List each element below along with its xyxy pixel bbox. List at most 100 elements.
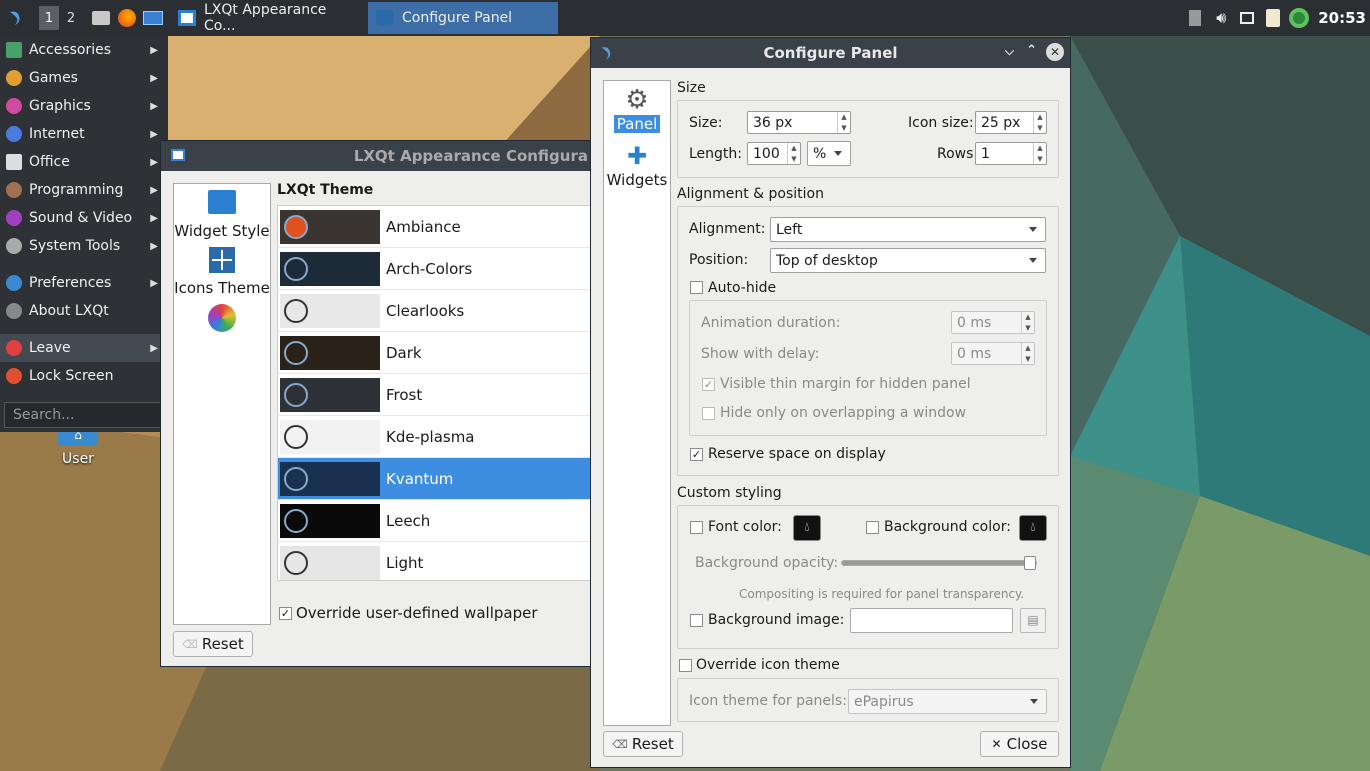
rows-spinbox[interactable]: 1 ▲ ▼ — [975, 142, 1047, 165]
position-combo[interactable]: Top of desktop — [770, 248, 1046, 273]
nav-label: Widget Style — [174, 222, 270, 240]
panel-nav: ⚙ Panel ✚ Widgets — [603, 80, 671, 726]
reserve-space-checkbox[interactable]: ✓ — [690, 448, 703, 461]
spin-arrows-icon[interactable]: ▲ ▼ — [1021, 312, 1034, 333]
main-menu-button[interactable] — [0, 0, 34, 36]
desktop-switch-2[interactable]: 2 — [61, 6, 81, 30]
panel-app-icon — [376, 10, 394, 26]
appearance-reset-button[interactable]: ⌫ Reset — [173, 631, 253, 657]
menu-item-label: Internet — [29, 126, 85, 142]
bg-image-field[interactable] — [850, 608, 1013, 633]
theme-row[interactable]: Clearlooks — [278, 290, 593, 332]
close-window-icon[interactable]: ✕ — [1046, 43, 1064, 61]
reset-icon: ⌫ — [182, 637, 198, 651]
window-list-icon[interactable] — [1234, 0, 1260, 36]
menu-item-sound-video[interactable]: Sound & Video ▶ — [0, 204, 168, 232]
custom-group-title: Custom styling — [677, 485, 782, 501]
anim-duration-spinbox[interactable]: 0 ms ▲ ▼ — [951, 311, 1035, 334]
bg-opacity-slider[interactable] — [841, 556, 1037, 570]
files-icon[interactable] — [88, 0, 114, 36]
theme-row[interactable]: Dark — [278, 332, 593, 374]
icon-size-label: Icon size: — [908, 115, 974, 131]
menu-item-internet[interactable]: Internet ▶ — [0, 120, 168, 148]
menu-item-accessories[interactable]: Accessories ▶ — [0, 36, 168, 64]
theme-row[interactable]: Frost — [278, 374, 593, 416]
nav-widget-style[interactable]: Widget Style — [174, 190, 270, 240]
search-input[interactable]: Search... — [4, 402, 166, 428]
clock[interactable]: 20:53 — [1312, 9, 1370, 27]
override-wallpaper-checkbox[interactable]: ✓ — [279, 607, 292, 620]
show-desktop-icon[interactable] — [140, 0, 166, 36]
nav-widgets[interactable]: ✚ Widgets — [604, 141, 670, 189]
panel-reset-button[interactable]: ⌫ Reset — [603, 731, 683, 757]
size-spinbox[interactable]: 36 px ▲ ▼ — [747, 111, 851, 134]
chevron-down-icon — [834, 151, 842, 156]
bg-image-checkbox[interactable] — [690, 614, 703, 627]
length-spinbox[interactable]: 100 ▲ ▼ — [747, 142, 801, 165]
menu-item-games[interactable]: Games ▶ — [0, 64, 168, 92]
hide-overlap-checkbox[interactable] — [702, 407, 715, 420]
theme-row[interactable]: Kde-plasma — [278, 416, 593, 458]
maximize-icon[interactable]: ⌃ — [1026, 43, 1037, 58]
panel-close-button[interactable]: ✕ Close — [980, 731, 1059, 757]
spin-arrows-icon[interactable]: ▲ ▼ — [1033, 112, 1046, 133]
appearance-titlebar[interactable]: LXQt Appearance Configura — [161, 141, 592, 171]
menu-item-label: Office — [29, 154, 70, 170]
volume-icon[interactable]: 🔊︎ — [1208, 0, 1234, 36]
gear-icon: ⚙ — [625, 85, 649, 115]
nav-panel[interactable]: ⚙ Panel — [604, 85, 670, 133]
spin-arrows-icon[interactable]: ▲ ▼ — [1033, 143, 1046, 164]
network-icon[interactable] — [1286, 0, 1312, 36]
configure-panel-window: Configure Panel ⌵ ⌃ ✕ ⚙ Panel ✚ Widgets … — [590, 37, 1071, 768]
menu-item-graphics[interactable]: Graphics ▶ — [0, 92, 168, 120]
task-label: LXQt Appearance Co... — [204, 2, 327, 34]
bg-color-checkbox[interactable] — [866, 521, 879, 534]
taskbar-task[interactable]: LXQt Appearance Co... — [170, 2, 364, 34]
theme-section-title: LXQt Theme — [277, 182, 374, 198]
menu-item-lock-screen[interactable]: Lock Screen — [0, 362, 168, 390]
icon-theme-combo[interactable]: ePapirus — [848, 689, 1047, 714]
font-color-button[interactable]: 💧︎ — [793, 515, 821, 541]
menu-item-leave[interactable]: Leave ▶ — [0, 334, 168, 362]
browse-image-button[interactable]: ▤ — [1020, 608, 1046, 633]
bg-color-button[interactable]: 💧︎ — [1019, 515, 1047, 541]
menu-item-office[interactable]: Office ▶ — [0, 148, 168, 176]
spin-arrows-icon[interactable]: ▲ ▼ — [837, 112, 850, 133]
theme-preview — [280, 503, 380, 538]
autohide-checkbox[interactable] — [690, 281, 703, 294]
font-color-checkbox[interactable] — [690, 521, 703, 534]
minimize-icon[interactable]: ⌵ — [1005, 44, 1014, 59]
menu-item-preferences[interactable]: Preferences ▶ — [0, 269, 168, 297]
reset-label: Reset — [631, 735, 674, 753]
taskbar-task[interactable]: Configure Panel — [368, 2, 558, 34]
theme-row[interactable]: Leech — [278, 500, 593, 542]
removable-media-icon[interactable] — [1182, 0, 1208, 36]
opacity-handle[interactable] — [1024, 556, 1037, 570]
theme-row[interactable]: Ambiance — [278, 206, 593, 248]
menu-item-label: Preferences — [29, 275, 112, 291]
clipboard-icon[interactable] — [1260, 0, 1286, 36]
spin-arrows-icon[interactable]: ▲ ▼ — [1021, 343, 1034, 364]
task-label: Configure Panel — [402, 10, 513, 26]
menu-item-system-tools[interactable]: System Tools ▶ — [0, 232, 168, 260]
theme-row[interactable]: Light — [278, 542, 593, 580]
spin-arrows-icon[interactable]: ▲ ▼ — [787, 143, 800, 164]
desktop-switch-1[interactable]: 1 — [39, 6, 59, 30]
theme-row[interactable]: Kvantum — [278, 458, 593, 500]
menu-item-label: Lock Screen — [29, 368, 114, 384]
colors-icon[interactable] — [208, 304, 236, 332]
leave-icon — [6, 340, 22, 356]
panel-titlebar[interactable]: Configure Panel ⌵ ⌃ ✕ — [591, 38, 1070, 68]
show-delay-spinbox[interactable]: 0 ms ▲ ▼ — [951, 342, 1035, 365]
theme-row[interactable]: Arch-Colors — [278, 248, 593, 290]
firefox-icon[interactable] — [114, 0, 140, 36]
menu-item-about-lxqt[interactable]: About LXQt — [0, 297, 168, 325]
menu-item-programming[interactable]: Programming ▶ — [0, 176, 168, 204]
override-icon-checkbox[interactable] — [679, 659, 692, 672]
nav-icons-theme[interactable]: Icons Theme — [174, 247, 270, 297]
appearance-title: LXQt Appearance Configura — [353, 147, 588, 165]
length-unit-combo[interactable]: % — [807, 141, 851, 166]
alignment-combo[interactable]: Left — [770, 217, 1046, 242]
thin-margin-checkbox[interactable]: ✓ — [702, 378, 715, 391]
icon-size-spinbox[interactable]: 25 px ▲ ▼ — [975, 111, 1047, 134]
